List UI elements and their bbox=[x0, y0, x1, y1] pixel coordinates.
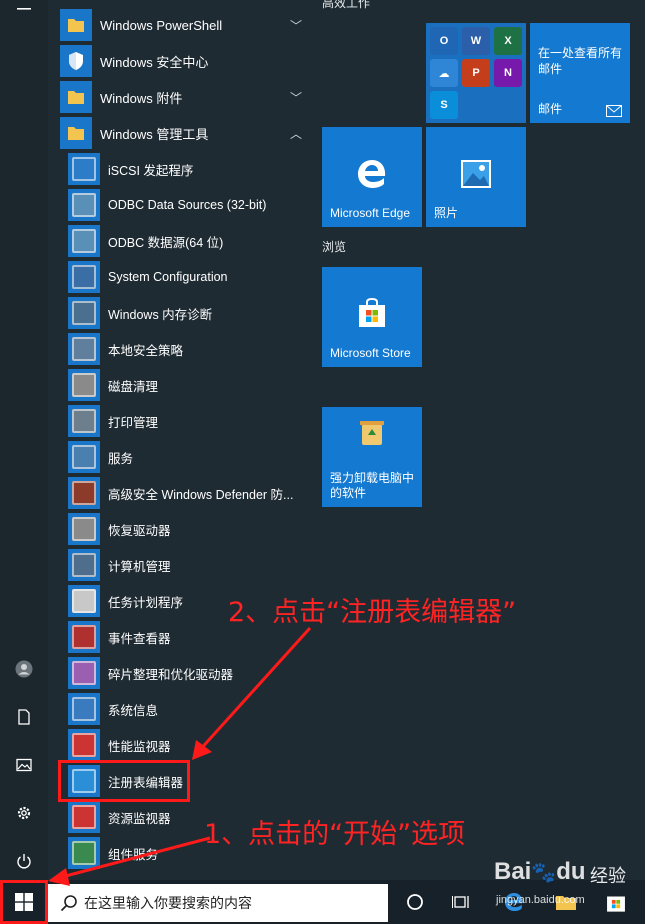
watermark-url: jingyan.baidu.com bbox=[496, 894, 585, 906]
baidu-jingyan-watermark: Bai🐾du 经验 jingyan.baidu.com bbox=[490, 852, 640, 922]
annotation-step-2: 2、点击“注册表编辑器” bbox=[228, 597, 517, 628]
annotation-step-1: 1、点击的“开始”选项 bbox=[204, 819, 466, 850]
watermark-brand: Bai bbox=[494, 858, 532, 885]
annotation-arrows bbox=[48, 626, 312, 886]
paw-icon: 🐾 bbox=[531, 862, 557, 884]
watermark-cn: 经验 bbox=[590, 866, 626, 886]
watermark-brand-du: du bbox=[556, 858, 586, 885]
